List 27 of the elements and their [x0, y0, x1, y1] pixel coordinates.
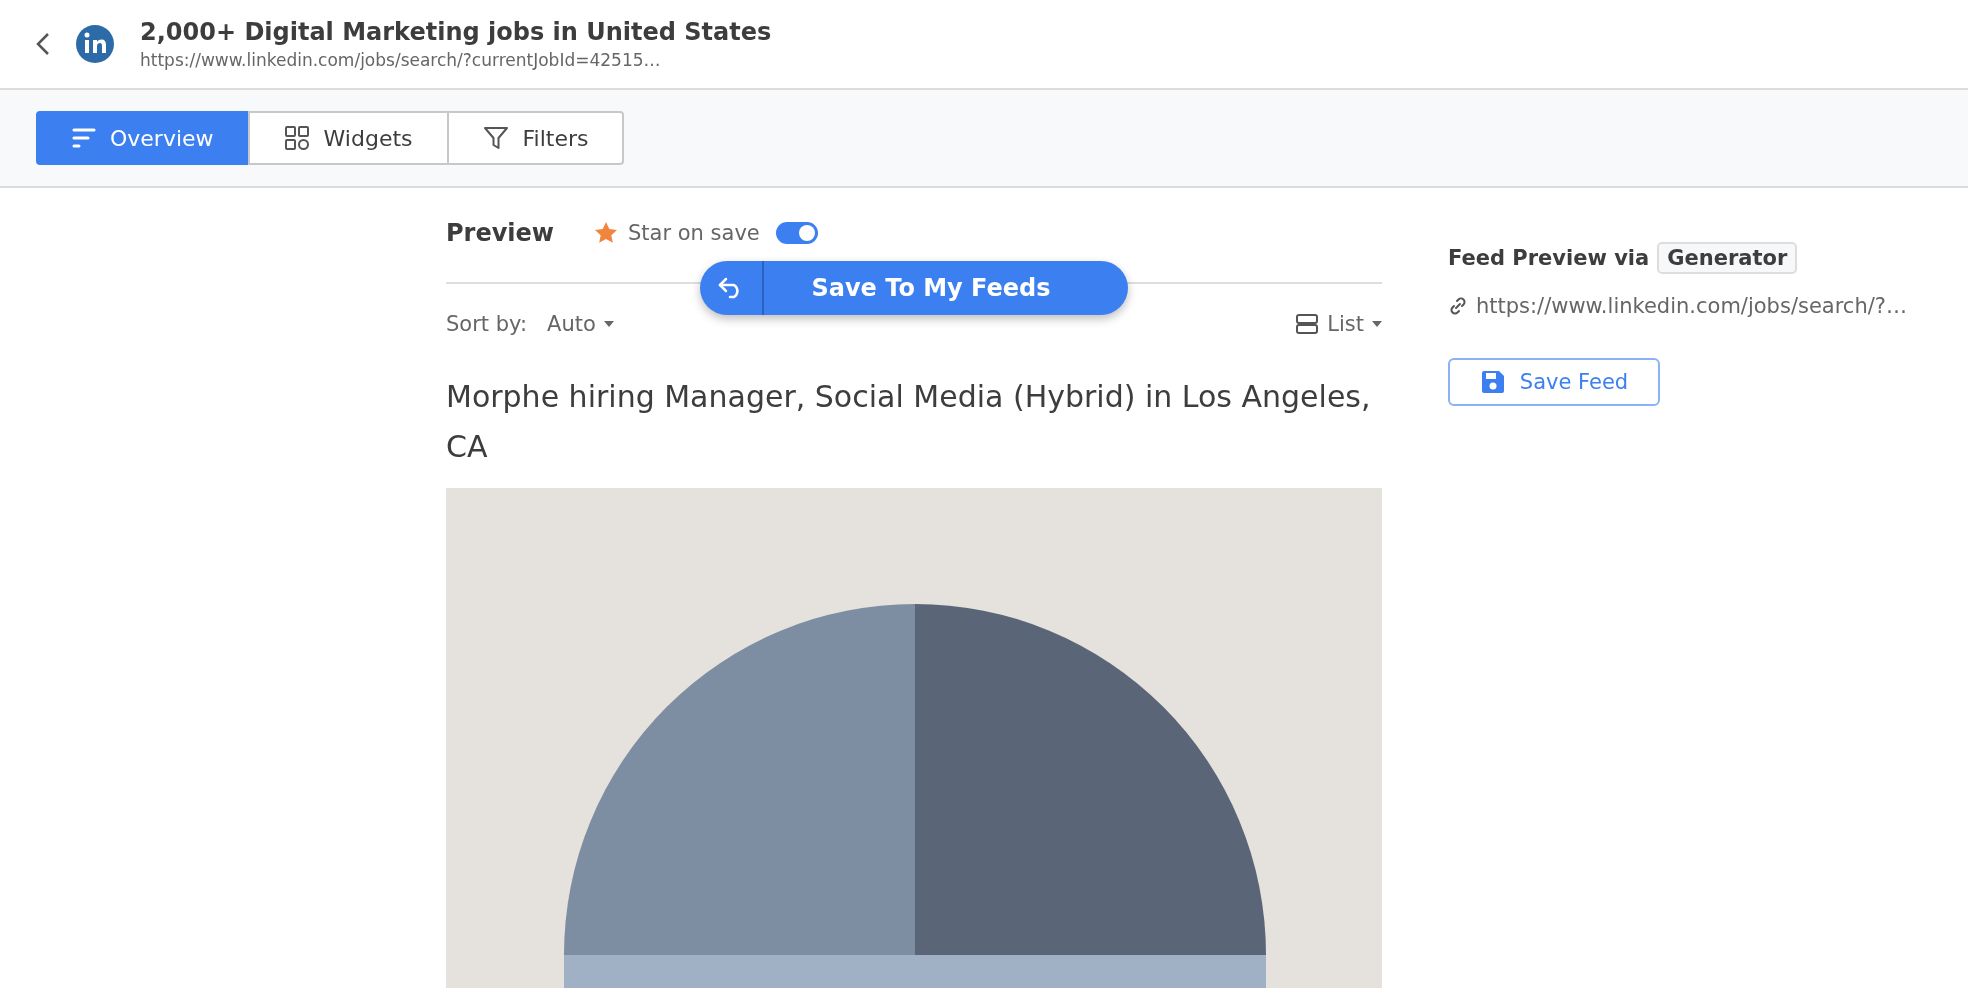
save-feed-button[interactable]: Save Feed: [1448, 358, 1660, 406]
view-tab[interactable]: Overview: [36, 111, 250, 165]
feed-url: https://www.linkedin.com/jobs/search/?…: [1476, 294, 1907, 318]
generator-tag: Generator: [1657, 242, 1798, 274]
list-view-icon: [1295, 313, 1320, 335]
caret-icon: [603, 321, 614, 327]
view-tab[interactable]: Widgets: [247, 111, 449, 165]
preview-heading: Preview: [446, 219, 555, 247]
feed-preview-label: Feed Preview via: [1448, 246, 1650, 270]
sort-label: Sort by:: [446, 312, 528, 336]
link-icon: [1448, 296, 1468, 316]
back-icon[interactable]: [36, 32, 50, 56]
view-dropdown[interactable]: List: [1295, 312, 1382, 336]
filter-icon: [482, 125, 509, 151]
sort-lines-icon: [72, 127, 96, 149]
star-icon: [594, 221, 619, 245]
sort-dropdown[interactable]: Auto: [547, 312, 614, 336]
star-on-save-toggle[interactable]: [775, 222, 818, 244]
star-on-save-label: Star on save: [628, 221, 760, 245]
caret-icon: [1372, 321, 1382, 327]
page-title: 2,000+ Digital Marketing jobs in United States: [140, 18, 772, 46]
grid-icon: [283, 125, 310, 151]
app-logo-icon: [76, 25, 114, 63]
save-to-feeds-button[interactable]: Save To My Feeds: [700, 261, 1128, 315]
item-title: Morphe hiring Manager, Social Media (Hybrid) in Los Angeles, CA: [446, 378, 1372, 466]
view-tab[interactable]: Filters: [446, 111, 625, 165]
page-url: https://www.linkedin.com/jobs/search/?currentJobId=42515…: [140, 50, 662, 70]
